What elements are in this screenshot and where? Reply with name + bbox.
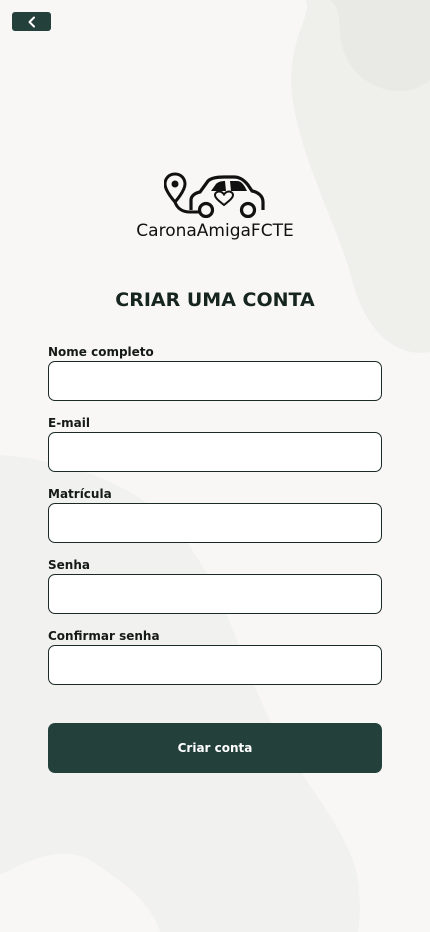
create-account-button[interactable]: Criar conta: [48, 723, 382, 773]
email-input[interactable]: [48, 432, 382, 472]
email-label: E-mail: [48, 416, 91, 430]
confirm-password-input[interactable]: [48, 645, 382, 685]
car-location-pin-icon: [164, 172, 265, 218]
full-name-label: Nome completo: [48, 345, 154, 359]
password-field-group: Senha: [48, 557, 382, 614]
password-label: Senha: [48, 558, 90, 572]
email-field-group: E-mail: [48, 415, 382, 472]
enrollment-label: Matrícula: [48, 487, 112, 501]
full-name-field-group: Nome completo: [48, 344, 382, 401]
chevron-left-icon: [28, 16, 35, 27]
full-name-input[interactable]: [48, 361, 382, 401]
enrollment-field-group: Matrícula: [48, 486, 382, 543]
enrollment-input[interactable]: [48, 503, 382, 543]
app-name: CaronaAmigaFCTE: [136, 221, 294, 241]
signup-form: Nome completo E-mail Matrícula Senha Con…: [48, 344, 382, 699]
app-logo: CaronaAmigaFCTE: [0, 172, 430, 241]
back-button[interactable]: [12, 12, 51, 31]
page-title: CRIAR UMA CONTA: [115, 289, 315, 311]
confirm-password-field-group: Confirmar senha: [48, 628, 382, 685]
password-input[interactable]: [48, 574, 382, 614]
confirm-password-label: Confirmar senha: [48, 629, 160, 643]
